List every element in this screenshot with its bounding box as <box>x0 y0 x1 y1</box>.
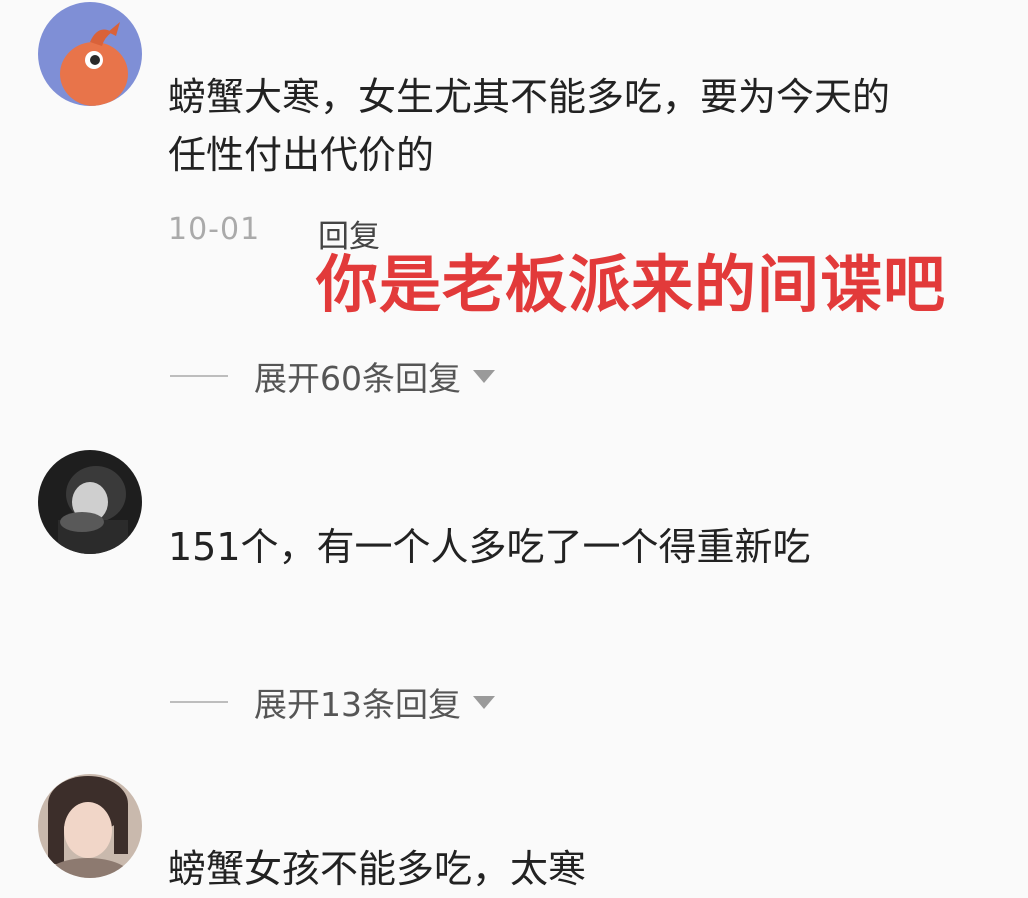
avatar[interactable] <box>38 2 142 106</box>
girl-photo-avatar-icon <box>38 774 142 878</box>
orange-bird-avatar-icon <box>38 2 142 106</box>
comment-text: 151个，有一个人多吃了一个得重新吃 <box>168 525 811 569</box>
expand-replies-label: 展开13条回复 <box>254 685 461 724</box>
avatar[interactable] <box>38 450 142 554</box>
chevron-down-icon <box>473 695 495 709</box>
divider <box>170 375 228 377</box>
comment-text: 螃蟹大寒，女生尤其不能多吃，要为今天的 任性付出代价的 <box>168 75 891 177</box>
overlay-caption: 你是老板派来的间谍吧 <box>316 248 947 321</box>
comment-date: 10-01 <box>168 212 261 247</box>
comment-text: 螃蟹女孩不能多吃，太寒 <box>168 847 587 891</box>
expand-replies-label: 展开60条回复 <box>254 359 461 398</box>
expand-replies-button[interactable]: 展开13条回复 <box>170 678 495 726</box>
expand-replies-button[interactable]: 展开60条回复 <box>170 352 495 400</box>
divider <box>170 701 228 703</box>
dark-photo-avatar-icon <box>38 450 142 554</box>
avatar[interactable] <box>38 774 142 878</box>
chevron-down-icon <box>473 369 495 383</box>
